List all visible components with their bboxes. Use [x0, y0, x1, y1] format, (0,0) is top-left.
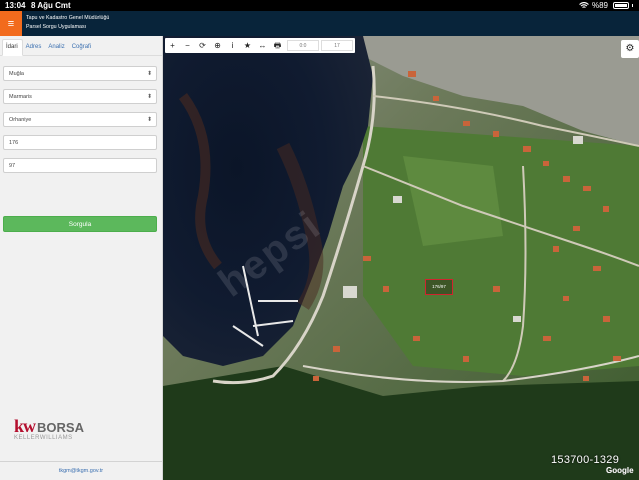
sidebar-tabs: İdari Adres Analiz Coğrafi	[0, 36, 162, 56]
select-caret-icon: ⬍	[146, 71, 152, 77]
select-caret-icon: ⬍	[146, 117, 152, 123]
app-title-line2: Parsel Sorgu Uygulaması	[26, 24, 87, 30]
province-value: Muğla	[9, 71, 24, 77]
tab-idari[interactable]: İdari	[2, 39, 23, 56]
parcel-input[interactable]: 97	[3, 158, 157, 173]
print-icon[interactable]: 🖶	[270, 38, 285, 53]
satellite-map[interactable]: hepsi + − ⟳ ⊕ i ★ ↔ 🖶 0:0 17 ⚙ 176/97 15…	[163, 36, 639, 480]
map-toolbar: + − ⟳ ⊕ i ★ ↔ 🖶 0:0 17	[165, 38, 355, 53]
footer-email-link[interactable]: tkgm@tkgm.gov.tr	[59, 468, 103, 474]
wifi-icon	[579, 2, 589, 8]
zoom-out-icon[interactable]: −	[180, 38, 195, 53]
district-select[interactable]: Marmaris ⬍	[3, 89, 157, 104]
battery-icon	[613, 2, 629, 9]
tab-cografi[interactable]: Coğrafi	[69, 44, 95, 55]
logo-kw: kw	[14, 416, 36, 436]
battery-nub	[632, 4, 633, 7]
gear-icon: ⚙	[625, 43, 635, 54]
tab-analiz[interactable]: Analiz	[45, 44, 68, 55]
parcel-value: 97	[9, 163, 16, 169]
app-header: ≡ Tapu ve Kadastro Genel Müdürlüğü Parse…	[0, 11, 639, 36]
logo-brand: BORSA	[37, 420, 84, 435]
battery-percent: %89	[591, 1, 608, 10]
hamburger-icon: ≡	[7, 17, 15, 30]
block-input[interactable]: 176	[3, 135, 157, 150]
district-value: Marmaris	[9, 94, 32, 100]
status-right: %89	[579, 0, 633, 11]
status-bar: 13:04 8 Ağu Cmt %89	[0, 0, 639, 11]
sidebar-footer: tkgm@tkgm.gov.tr	[0, 461, 162, 480]
neighborhood-value: Orhaniye	[9, 117, 32, 123]
listing-code: 153700-1329	[551, 454, 620, 466]
neighborhood-select[interactable]: Orhaniye ⬍	[3, 112, 157, 127]
app-title: Tapu ve Kadastro Genel Müdürlüğü Parsel …	[26, 14, 109, 32]
map-settings-button[interactable]: ⚙	[621, 40, 639, 58]
locate-icon[interactable]: ⊕	[210, 38, 225, 53]
coord-y-field[interactable]: 17	[321, 40, 353, 51]
google-logo: Google	[606, 466, 634, 475]
menu-button[interactable]: ≡	[0, 11, 22, 36]
query-button[interactable]: Sorgula	[3, 216, 157, 232]
parcel-highlight[interactable]: 176/97	[425, 279, 453, 295]
measure-icon[interactable]: ↔	[255, 38, 270, 53]
kw-borsa-logo: kw BORSA KELLERWILLIAMS	[14, 416, 84, 441]
select-caret-icon: ⬍	[146, 94, 152, 100]
status-time: 13:04	[5, 1, 26, 10]
app-title-line1: Tapu ve Kadastro Genel Müdürlüğü	[26, 15, 110, 21]
block-value: 176	[9, 140, 19, 146]
refresh-icon[interactable]: ⟳	[195, 38, 210, 53]
star-icon[interactable]: ★	[240, 38, 255, 53]
status-date: 8 Ağu Cmt	[31, 1, 71, 10]
coord-x-field[interactable]: 0:0	[287, 40, 319, 51]
info-icon[interactable]: i	[225, 38, 240, 53]
tab-adres[interactable]: Adres	[23, 44, 46, 55]
province-select[interactable]: Muğla ⬍	[3, 66, 157, 81]
sidebar: İdari Adres Analiz Coğrafi Muğla ⬍ Marma…	[0, 36, 163, 480]
zoom-in-icon[interactable]: +	[165, 38, 180, 53]
